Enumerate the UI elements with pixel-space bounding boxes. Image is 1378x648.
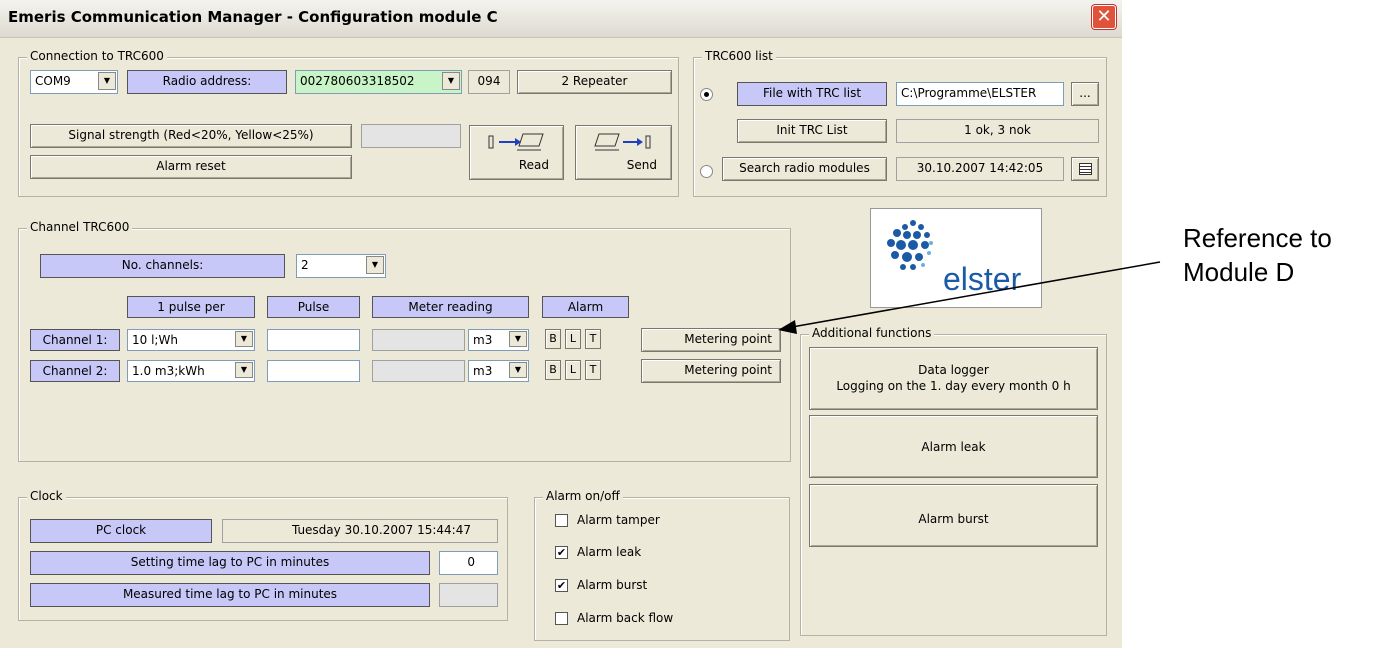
channel-1-alarm-b[interactable]: B — [545, 329, 561, 349]
window-title: Emeris Communication Manager - Configura… — [8, 8, 498, 26]
alarm-burst-button[interactable]: Alarm burst — [809, 484, 1098, 547]
chevron-down-icon: ▼ — [509, 331, 527, 347]
file-mode-radio[interactable] — [700, 88, 713, 101]
chevron-down-icon: ▼ — [235, 362, 253, 378]
channel-2-metering-point-button[interactable]: Metering point — [641, 359, 781, 383]
channel-2-alarm-t[interactable]: T — [585, 360, 601, 380]
header-meter-reading: Meter reading — [372, 296, 529, 318]
channel-2-meter-reading-field — [372, 360, 465, 382]
data-logger-line2: Logging on the 1. day every month 0 h — [836, 379, 1071, 393]
setting-lag-field[interactable]: 0 — [439, 551, 498, 575]
trc-list-legend: TRC600 list — [702, 49, 776, 63]
calendar-button[interactable] — [1071, 157, 1099, 181]
pc-clock-value: Tuesday 30.10.2007 15:44:47 — [222, 519, 498, 543]
clock-legend: Clock — [27, 489, 66, 503]
radio-address-label: Radio address: — [127, 70, 287, 94]
connection-legend: Connection to TRC600 — [27, 49, 167, 63]
elster-logo: elster — [870, 208, 1042, 308]
com-port-value: COM9 — [35, 74, 71, 88]
close-button[interactable]: ✕ — [1092, 5, 1116, 29]
alarm-tamper-label: Alarm tamper — [577, 513, 660, 527]
channel-1-pulse-per-select[interactable]: 10 l;Wh ▼ — [127, 329, 255, 351]
file-path-field[interactable]: C:\Programme\ELSTER — [896, 82, 1064, 106]
send-label: Send — [626, 158, 657, 172]
channel-2-alarm-l[interactable]: L — [565, 360, 581, 380]
alarm-leak-checkbox[interactable]: ✔ — [555, 546, 568, 559]
repeater-button[interactable]: 2 Repeater — [517, 70, 672, 94]
alarm-leak-button[interactable]: Alarm leak — [809, 415, 1098, 478]
channel-2-label: Channel 2: — [30, 360, 120, 382]
no-channels-value: 2 — [301, 258, 309, 272]
search-mode-radio[interactable] — [700, 165, 713, 178]
search-radio-modules-button[interactable]: Search radio modules — [722, 157, 887, 181]
header-pulse-per: 1 pulse per — [127, 296, 255, 318]
measured-lag-label: Measured time lag to PC in minutes — [30, 583, 430, 607]
channel-2-pulse-per-value: 1.0 m3;kWh — [132, 364, 205, 378]
alarm-leak-label: Alarm leak — [577, 545, 642, 559]
channel-2-pulse-field[interactable] — [267, 360, 360, 382]
chevron-down-icon: ▼ — [98, 72, 116, 90]
channel-1-alarm-l[interactable]: L — [565, 329, 581, 349]
alarm-tamper-checkbox[interactable] — [555, 514, 568, 527]
file-trc-list-button[interactable]: File with TRC list — [737, 82, 887, 106]
read-button[interactable]: Read — [469, 125, 564, 180]
signal-strength-field — [361, 124, 461, 148]
list-icon — [1079, 163, 1092, 175]
channel-1-label: Channel 1: — [30, 329, 120, 351]
init-trc-list-button[interactable]: Init TRC List — [737, 119, 887, 143]
com-port-select[interactable]: COM9 ▼ — [30, 70, 118, 94]
channel-1-pulse-field[interactable] — [267, 329, 360, 351]
send-icon — [594, 133, 651, 151]
alarm-back-flow-checkbox[interactable] — [555, 612, 568, 625]
elster-logo-text: elster — [943, 261, 1022, 297]
channel-2-pulse-per-select[interactable]: 1.0 m3;kWh ▼ — [127, 360, 255, 382]
channel-1-metering-point-button[interactable]: Metering point — [641, 328, 781, 352]
read-label: Read — [518, 158, 549, 172]
annotation-line2: Module D — [1183, 257, 1295, 287]
alarm-burst-checkbox[interactable]: ✔ — [555, 579, 568, 592]
elster-dots-icon — [887, 220, 933, 270]
title-bar: Emeris Communication Manager - Configura… — [0, 0, 1122, 38]
alarm-burst-label: Alarm burst — [577, 578, 648, 592]
header-alarm: Alarm — [542, 296, 629, 318]
init-status-field: 1 ok, 3 nok — [896, 119, 1099, 143]
annotation-line1: Reference to — [1183, 223, 1332, 253]
chevron-down-icon: ▼ — [509, 362, 527, 378]
send-button[interactable]: Send — [575, 125, 672, 180]
browse-button[interactable]: ... — [1071, 82, 1099, 106]
channel-1-unit-value: m3 — [473, 333, 493, 347]
no-channels-select[interactable]: 2 ▼ — [296, 254, 386, 278]
channel-1-meter-reading-field — [372, 329, 465, 351]
signal-strength-button[interactable]: Signal strength (Red<20%, Yellow<25%) — [30, 124, 352, 148]
pc-clock-label: PC clock — [30, 519, 212, 543]
chevron-down-icon: ▼ — [442, 72, 460, 90]
measured-lag-field — [439, 583, 498, 607]
alarm-reset-button[interactable]: Alarm reset — [30, 155, 352, 179]
radio-address-value: 002780603318502 — [300, 74, 415, 88]
chevron-down-icon: ▼ — [366, 256, 384, 274]
channel-legend: Channel TRC600 — [27, 220, 133, 234]
channel-1-alarm-t[interactable]: T — [585, 329, 601, 349]
additional-functions-legend: Additional functions — [809, 326, 935, 340]
channel-1-unit-select[interactable]: m3 ▼ — [468, 329, 529, 351]
alarm-back-flow-label: Alarm back flow — [577, 611, 674, 625]
search-time-field: 30.10.2007 14:42:05 — [896, 157, 1064, 181]
data-logger-line1: Data logger — [918, 363, 989, 377]
radio-address-select[interactable]: 002780603318502 ▼ — [295, 70, 462, 94]
channel-1-pulse-per-value: 10 l;Wh — [132, 333, 178, 347]
data-logger-button[interactable]: Data logger Logging on the 1. day every … — [809, 347, 1098, 410]
channel-2-alarm-b[interactable]: B — [545, 360, 561, 380]
header-pulse: Pulse — [267, 296, 360, 318]
channel-2-unit-select[interactable]: m3 ▼ — [468, 360, 529, 382]
address-suffix: 094 — [468, 70, 510, 94]
chevron-down-icon: ▼ — [235, 331, 253, 347]
channel-2-unit-value: m3 — [473, 364, 493, 378]
config-window: Emeris Communication Manager - Configura… — [0, 0, 1122, 648]
read-icon — [488, 133, 544, 151]
no-channels-label: No. channels: — [40, 254, 285, 278]
setting-lag-label: Setting time lag to PC in minutes — [30, 551, 430, 575]
alarm-onoff-legend: Alarm on/off — [543, 489, 623, 503]
